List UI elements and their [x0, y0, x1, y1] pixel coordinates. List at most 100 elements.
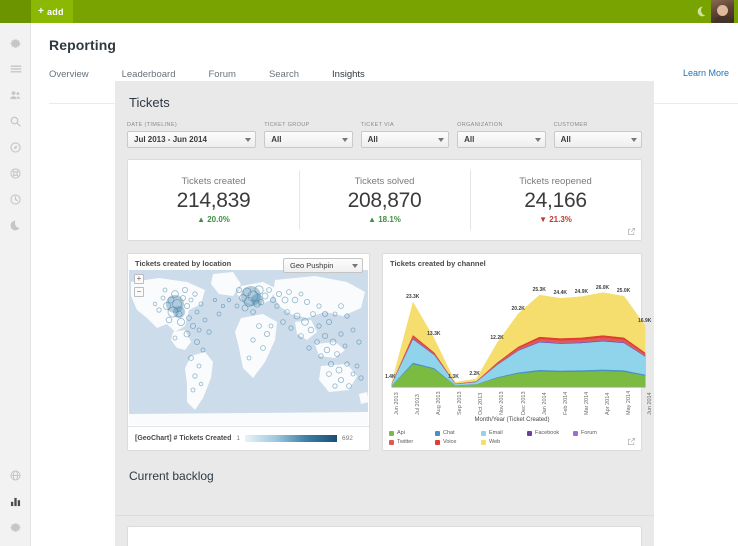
- section-title-backlog: Current backlog: [115, 451, 654, 483]
- chart-x-tick: May 2014: [626, 391, 632, 415]
- filter-customer-select[interactable]: All: [554, 131, 642, 148]
- filter-customer: CUSTOMER All: [554, 122, 642, 148]
- geo-mode-select[interactable]: Geo Pushpin: [283, 258, 363, 273]
- chart-x-axis: Month/Year (Ticket Created) Jun 2013 Jul …: [384, 389, 640, 423]
- tab-overview[interactable]: Overview: [49, 69, 89, 85]
- map-zoom-in-button[interactable]: +: [134, 274, 144, 284]
- sidebar-item-clock[interactable]: [0, 186, 31, 212]
- map-legend-max: 692: [342, 435, 353, 442]
- legend-swatch: [389, 431, 394, 436]
- sidebar-item-search[interactable]: [0, 108, 31, 134]
- kpi-value: 214,839: [177, 189, 251, 213]
- filter-customer-label: CUSTOMER: [554, 122, 642, 128]
- legend-item-email[interactable]: Email: [481, 430, 527, 436]
- filter-date-label: DATE (TIMELINE): [127, 122, 256, 128]
- chart-x-tick: Aug 2013: [436, 391, 442, 415]
- legend-label: Forum: [581, 430, 597, 436]
- moon-icon[interactable]: [689, 0, 711, 23]
- sidebar-item-list[interactable]: [0, 56, 31, 82]
- filter-date: DATE (TIMELINE) Jul 2013 - Jun 2014: [127, 122, 256, 148]
- legend-item-web[interactable]: Web: [481, 439, 527, 445]
- widget-row: Tickets created by location Geo Pushpin …: [127, 253, 642, 451]
- sidebar-item-moon[interactable]: [0, 212, 31, 238]
- chart-data-label: 24.9K: [575, 289, 588, 295]
- legend-swatch: [435, 440, 440, 445]
- map-legend-gradient: [245, 435, 337, 442]
- section-title-tickets: Tickets: [115, 81, 654, 110]
- sidebar-item-admin-gear[interactable]: [0, 514, 31, 540]
- backlog-divider: [115, 515, 654, 516]
- sidebar-bottom-group: [0, 462, 31, 540]
- legend-item-chat[interactable]: Chat: [435, 430, 481, 436]
- chart-x-tick: Mar 2014: [584, 392, 590, 415]
- legend-swatch: [435, 431, 440, 436]
- filter-ticket-via-select[interactable]: All: [361, 131, 449, 148]
- kpi-tickets-reopened: Tickets reopened 24,166 ▼ 21.3%: [470, 160, 641, 240]
- kpi-delta: ▼ 21.3%: [539, 215, 572, 224]
- sidebar-item-lifesaver[interactable]: [0, 160, 31, 186]
- chart-data-label: 1.3K: [448, 374, 459, 380]
- chart-x-tick: Jan 2014: [542, 392, 548, 415]
- avatar[interactable]: [711, 0, 734, 23]
- filter-date-select[interactable]: Jul 2013 - Jun 2014: [127, 131, 256, 148]
- chart-data-label: 20.2K: [512, 306, 525, 312]
- chart-data-label: 24.4K: [554, 290, 567, 296]
- kpi-card: Tickets created 214,839 ▲ 20.0% Tickets …: [127, 159, 642, 241]
- legend-label: Twitter: [397, 439, 413, 445]
- sidebar-item-bar-chart[interactable]: [0, 488, 31, 514]
- chart-data-label: 26.0K: [596, 285, 609, 291]
- filter-ticket-via-label: TICKET VIA: [361, 122, 449, 128]
- dashboard-canvas: Tickets DATE (TIMELINE) Jul 2013 - Jun 2…: [115, 81, 654, 546]
- chart-x-tick: Oct 2013: [478, 393, 484, 415]
- chart-x-tick: Jul 2013: [415, 394, 421, 415]
- sidebar-item-gear[interactable]: [0, 30, 31, 56]
- world-map[interactable]: + −: [129, 270, 368, 425]
- chart-title: Tickets created by channel: [390, 259, 486, 268]
- topbar-left-pad: [0, 0, 31, 23]
- chart-data-label: 1.4K: [385, 374, 396, 380]
- chart-legend: Api Chat Email Facebook Forum Twitter Voice Web: [389, 430, 635, 445]
- chart-data-label: 25.0K: [617, 288, 630, 294]
- expand-icon[interactable]: [627, 437, 636, 446]
- legend-item-forum[interactable]: Forum: [573, 430, 619, 436]
- sidebar-top-group: [0, 23, 30, 238]
- kpi-tickets-solved: Tickets solved 208,870 ▲ 18.1%: [299, 160, 470, 240]
- learn-more-link[interactable]: Learn More: [683, 68, 729, 78]
- legend-item-voice[interactable]: Voice: [435, 439, 481, 445]
- chart-plot-area[interactable]: 1.4K23.3K13.3K1.3K2.2K12.2K20.2K25.3K24.…: [384, 269, 640, 389]
- chart-x-tick: Jun 2013: [394, 392, 400, 415]
- legend-item-api[interactable]: Api: [389, 430, 435, 436]
- legend-swatch: [527, 431, 532, 436]
- chart-data-label: 13.3K: [427, 331, 440, 337]
- filter-customer-value: All: [561, 135, 571, 144]
- filter-organization-value: All: [464, 135, 474, 144]
- legend-item-twitter[interactable]: Twitter: [389, 439, 435, 445]
- map-zoom-out-button[interactable]: −: [134, 287, 144, 297]
- chevron-down-icon: [631, 138, 637, 142]
- filter-ticket-group-select[interactable]: All: [264, 131, 352, 148]
- add-button[interactable]: + add: [31, 0, 73, 23]
- kpi-delta: ▲ 20.0%: [197, 215, 230, 224]
- legend-label: Web: [489, 439, 500, 445]
- sidebar-item-people[interactable]: [0, 82, 31, 108]
- legend-item-facebook[interactable]: Facebook: [527, 430, 573, 436]
- page-header: Reporting Overview Leaderboard Forum Sea…: [31, 23, 738, 85]
- sidebar-item-globe[interactable]: [0, 462, 31, 488]
- chevron-down-icon: [342, 138, 348, 142]
- filter-organization: ORGANIZATION All: [457, 122, 545, 148]
- legend-label: Email: [489, 430, 503, 436]
- sidebar-item-compass[interactable]: [0, 134, 31, 160]
- geo-mode-value: Geo Pushpin: [290, 261, 333, 270]
- chart-x-axis-title: Month/Year (Ticket Created): [384, 417, 640, 423]
- chart-data-label: 25.3K: [533, 287, 546, 293]
- page-title: Reporting: [49, 37, 738, 53]
- map-legend: [GeoChart] # Tickets Created 1 692: [128, 426, 369, 450]
- filter-organization-select[interactable]: All: [457, 131, 545, 148]
- expand-icon[interactable]: [627, 227, 636, 236]
- legend-swatch: [481, 431, 486, 436]
- add-button-label: add: [47, 7, 64, 17]
- legend-label: Facebook: [535, 430, 559, 436]
- legend-label: Chat: [443, 430, 455, 436]
- kpi-label: Tickets created: [181, 176, 245, 187]
- chart-x-tick: Sep 2013: [457, 391, 463, 415]
